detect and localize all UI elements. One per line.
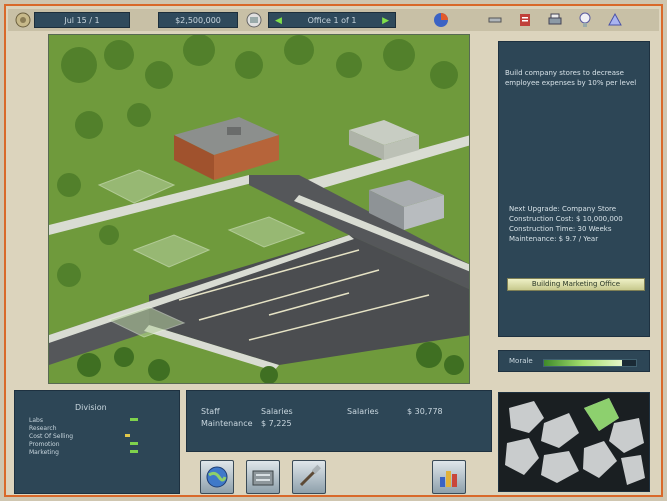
date-display: Jul 15 / 1 (34, 12, 130, 28)
dept-indicator (130, 418, 138, 421)
cash-display: $2,500,000 (158, 12, 238, 28)
next-upgrade: Next Upgrade: Company Store (509, 205, 617, 213)
minimap-panel[interactable] (498, 392, 650, 492)
bar-chart-icon (440, 471, 457, 487)
pie-chart-icon[interactable] (432, 11, 450, 29)
departments-title: Division (75, 403, 107, 412)
dept-row[interactable]: Cost Of Selling (29, 433, 73, 440)
stats-icon[interactable] (516, 11, 534, 29)
tools-icon (299, 464, 321, 487)
isometric-map[interactable] (49, 35, 470, 384)
morale-label: Morale (509, 357, 533, 365)
globe-icon (206, 466, 228, 488)
morale-bar-fill (544, 360, 623, 366)
next-office-arrow-icon[interactable]: ▶ (382, 13, 389, 29)
printer-icon[interactable] (546, 11, 564, 29)
office-selector[interactable]: ◀ Office 1 of 1 ▶ (268, 12, 396, 28)
staff-label: Staff (201, 407, 220, 416)
construction-time: Construction Time: 30 Weeks (509, 225, 612, 233)
lightbulb-icon[interactable] (576, 11, 594, 29)
dept-row[interactable]: Promotion (29, 441, 60, 448)
salaries-value: $ 30,778 (407, 407, 443, 416)
maintenance-label: Maintenance (201, 419, 253, 428)
office-label: Office 1 of 1 (307, 16, 357, 25)
disk-icon[interactable] (245, 11, 263, 29)
morale-bar (543, 359, 637, 367)
building-button[interactable] (246, 460, 280, 494)
dept-indicator (125, 434, 130, 437)
staff-value: Salaries (261, 407, 293, 416)
maintenance-value: $ 7,225 (261, 419, 292, 428)
dept-row[interactable]: Marketing (29, 449, 59, 456)
build-button[interactable]: Building Marketing Office (507, 278, 645, 291)
dept-row[interactable]: Labs (29, 417, 43, 424)
construction-cost: Construction Cost: $ 10,000,000 (509, 215, 623, 223)
salaries-label: Salaries (347, 407, 379, 416)
key-icon[interactable] (486, 11, 504, 29)
stats-panel: Staff Salaries Maintenance $ 7,225 Salar… (186, 390, 492, 452)
prev-office-arrow-icon[interactable]: ◀ (275, 13, 282, 29)
tools-button[interactable] (292, 460, 326, 494)
globe-button[interactable] (200, 460, 234, 494)
building-description: Build company stores to decrease employe… (505, 69, 637, 87)
dept-indicator (130, 450, 138, 453)
office-building-icon (252, 470, 274, 486)
dept-row[interactable]: Research (29, 425, 57, 432)
minimap[interactable] (499, 393, 649, 491)
dept-indicator (130, 442, 138, 445)
top-bar: Jul 15 / 1 $2,500,000 ◀ Office 1 of 1 ▶ (8, 9, 659, 31)
building-info-panel: Build company stores to decrease employe… (498, 41, 650, 337)
upgrade-info: Next Upgrade: Company Store Construction… (509, 204, 645, 244)
exit-icon[interactable] (606, 11, 624, 29)
menu-orb-icon[interactable] (14, 11, 32, 29)
maintenance-cost: Maintenance: $ 9.7 / Year (509, 235, 599, 243)
departments-panel: Division Labs Research Cost Of Selling P… (14, 390, 180, 494)
city-view[interactable] (48, 34, 470, 384)
reports-button[interactable] (432, 460, 466, 494)
morale-panel: Morale (498, 350, 650, 372)
